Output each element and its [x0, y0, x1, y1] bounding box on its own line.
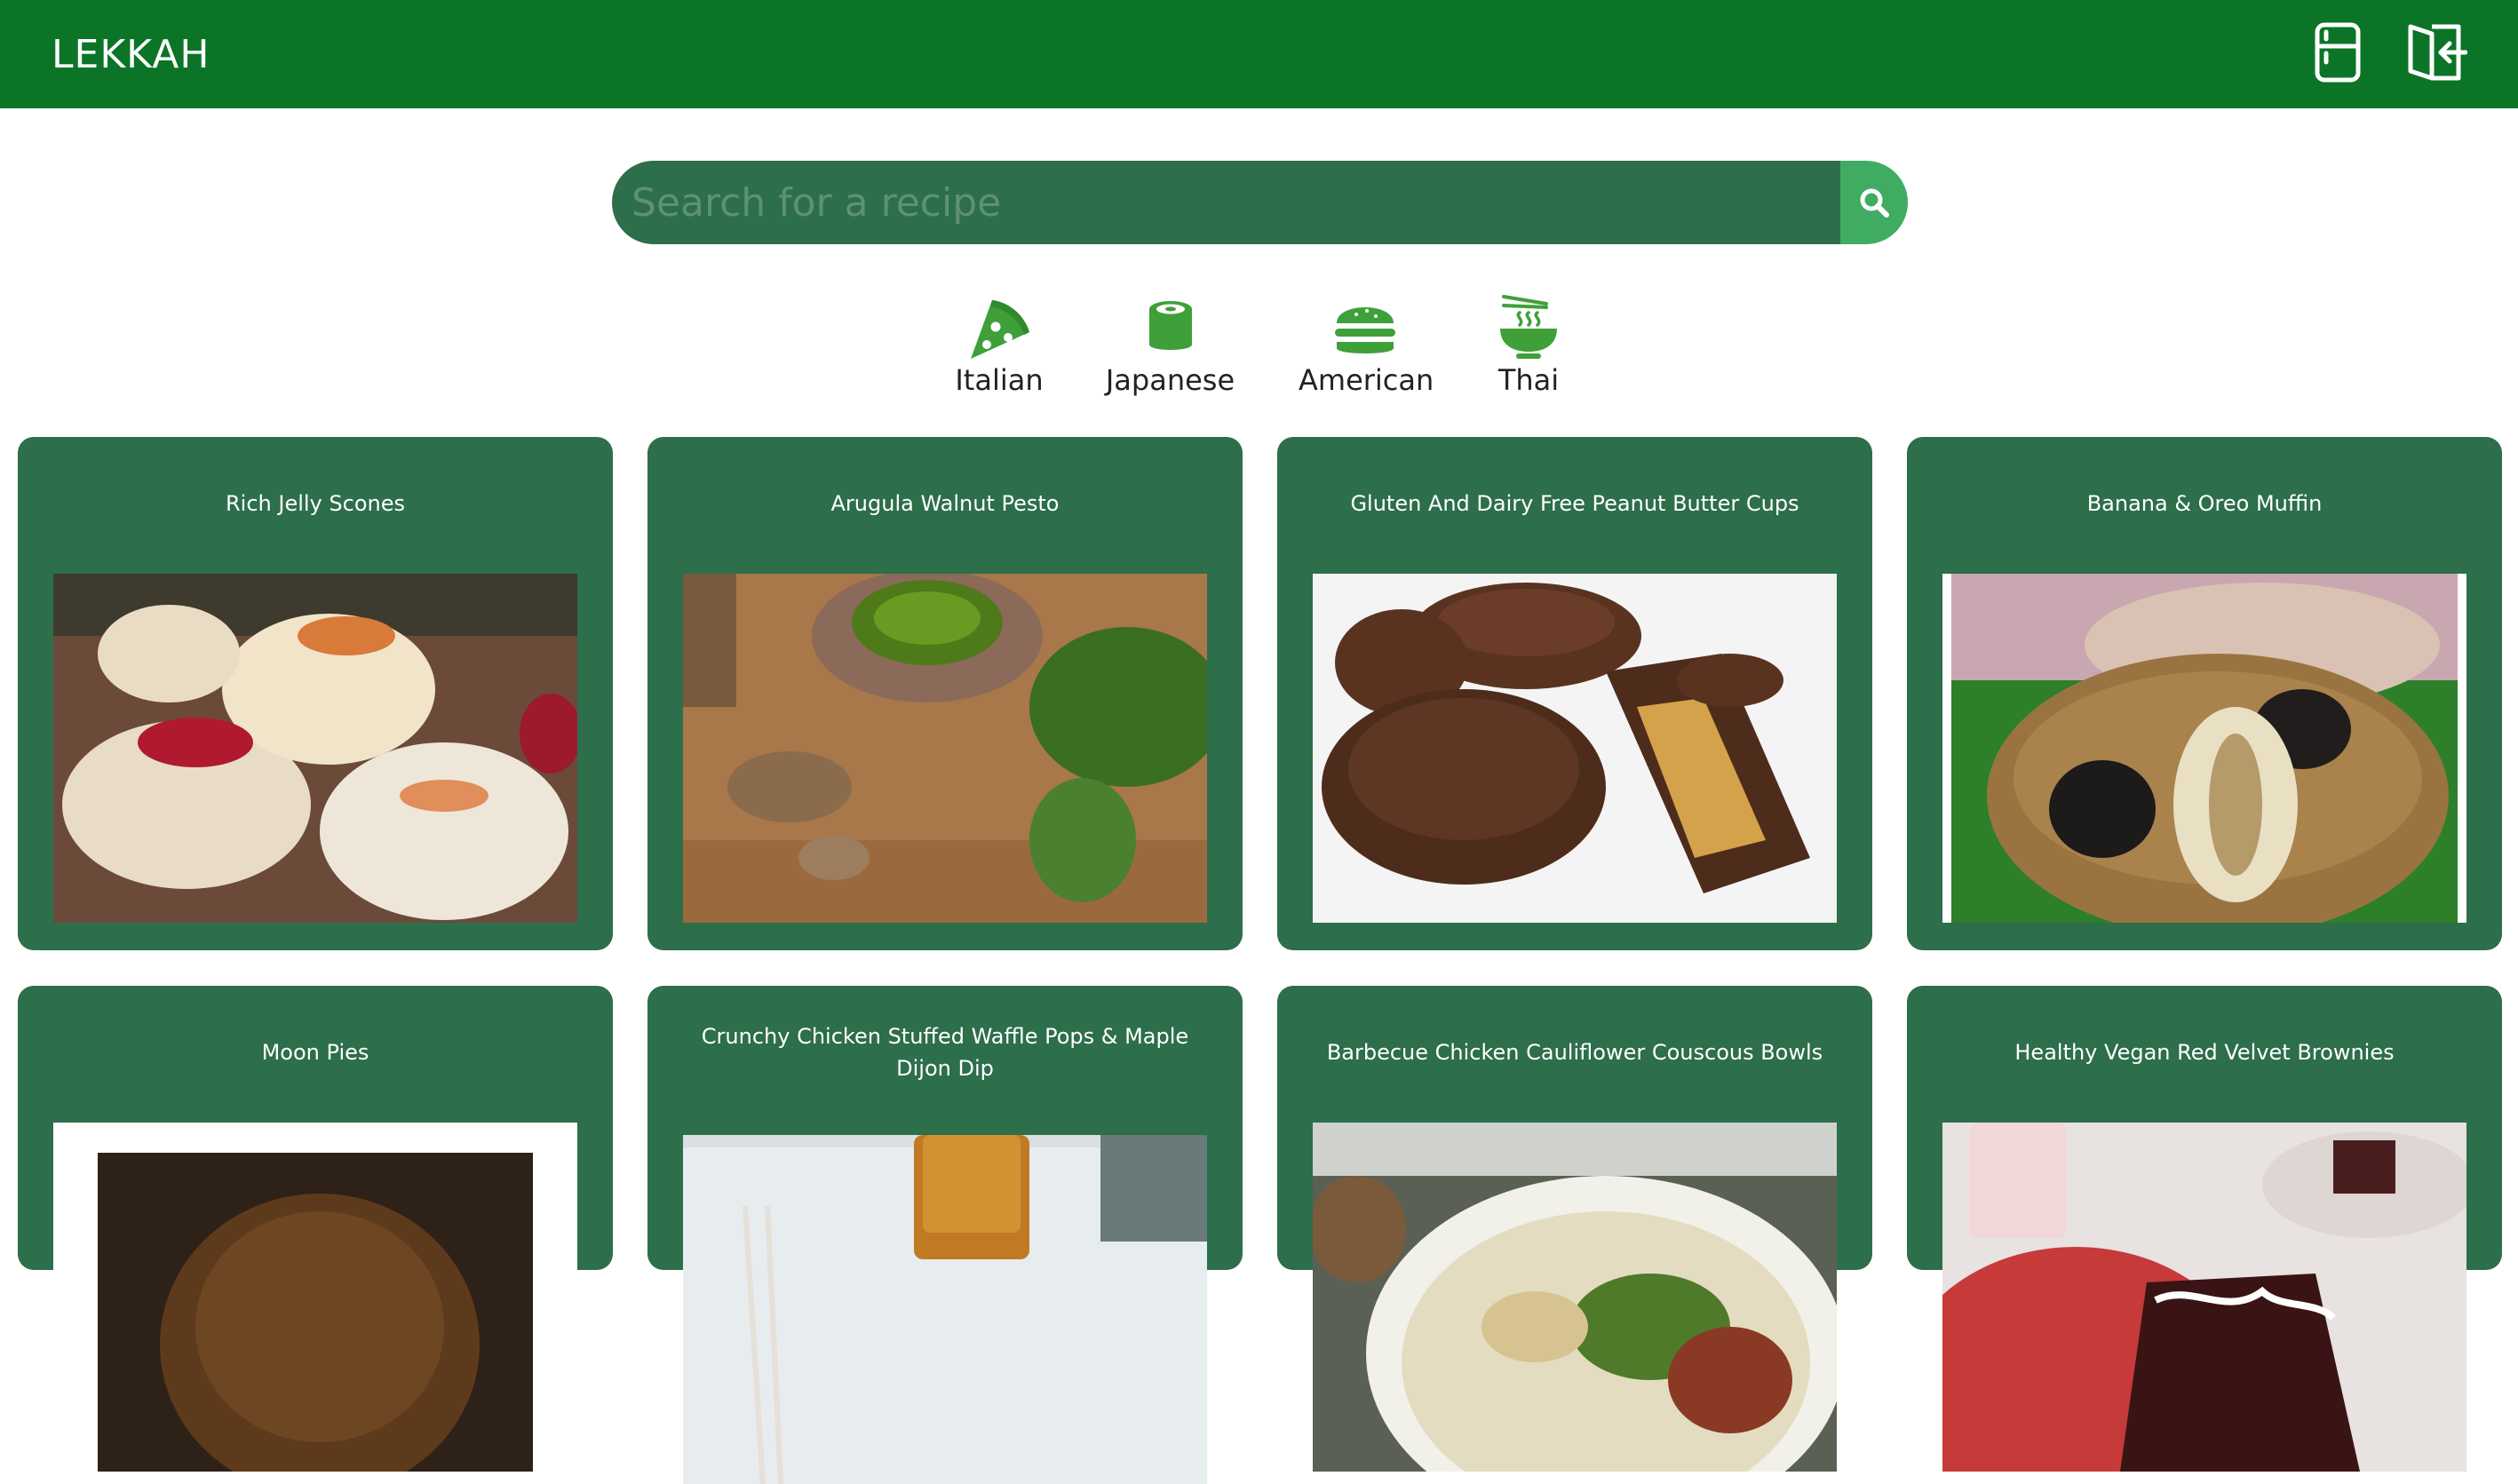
recipe-card[interactable]: Gluten And Dairy Free Peanut Butter Cups	[1277, 437, 1872, 950]
cuisine-label: Italian	[955, 363, 1044, 397]
recipe-card[interactable]: Arugula Walnut Pesto	[647, 437, 1243, 950]
cuisine-american[interactable]: American	[1299, 293, 1434, 398]
recipe-card[interactable]: Barbecue Chicken Cauliflower Couscous Bo…	[1277, 986, 1872, 1472]
recipe-title: Crunchy Chicken Stuffed Waffle Pops & Ma…	[701, 1024, 1189, 1081]
noodle-bowl-icon	[1500, 295, 1557, 359]
recipe-image	[1313, 574, 1837, 923]
logout-button[interactable]	[2405, 21, 2467, 83]
recipe-card[interactable]: Healthy Vegan Red Velvet Brownies	[1907, 986, 2502, 1472]
recipe-card[interactable]: Rich Jelly Scones	[18, 437, 613, 950]
recipe-image	[1942, 574, 2466, 923]
brand-logo[interactable]: LEKKAH	[52, 28, 210, 82]
search-icon	[1860, 188, 1889, 218]
recipe-title: Barbecue Chicken Cauliflower Couscous Bo…	[1326, 1040, 1823, 1065]
cuisine-italian[interactable]: Italian	[947, 293, 1052, 398]
recipe-image	[1313, 1123, 1837, 1472]
recipe-title: Moon Pies	[261, 1040, 369, 1065]
top-navbar: LEKKAH	[0, 0, 2518, 108]
recipe-title: Rich Jelly Scones	[226, 491, 405, 516]
fridge-button[interactable]	[2307, 21, 2369, 83]
cuisine-label: Thai	[1497, 363, 1560, 397]
recipe-card[interactable]: Moon Pies	[18, 986, 613, 1472]
recipe-image	[683, 1135, 1207, 1484]
search-input[interactable]	[612, 161, 1842, 244]
cuisine-japanese[interactable]: Japanese	[1097, 293, 1243, 398]
recipe-image	[683, 574, 1207, 923]
burger-icon	[1335, 307, 1395, 353]
search-bar	[612, 161, 1908, 244]
cuisine-label: Japanese	[1105, 363, 1235, 397]
recipe-card[interactable]: Banana & Oreo Muffin	[1907, 437, 2502, 950]
search-button[interactable]	[1840, 161, 1908, 244]
recipe-image	[53, 1123, 577, 1472]
recipe-title: Healthy Vegan Red Velvet Brownies	[2014, 1040, 2395, 1065]
fridge-icon	[2315, 22, 2361, 83]
recipe-title: Banana & Oreo Muffin	[2086, 491, 2323, 516]
recipe-title: Gluten And Dairy Free Peanut Butter Cups	[1350, 491, 1799, 516]
cuisine-label: American	[1299, 363, 1434, 397]
recipe-title: Arugula Walnut Pesto	[830, 491, 1060, 516]
recipe-image	[53, 574, 577, 923]
cuisine-thai[interactable]: Thai	[1489, 293, 1569, 398]
logout-icon	[2408, 24, 2467, 81]
recipe-image	[1942, 1123, 2466, 1472]
pizza-icon	[971, 300, 1029, 359]
recipe-card[interactable]: Crunchy Chicken Stuffed Waffle Pops & Ma…	[647, 986, 1243, 1484]
sushi-icon	[1148, 301, 1192, 350]
